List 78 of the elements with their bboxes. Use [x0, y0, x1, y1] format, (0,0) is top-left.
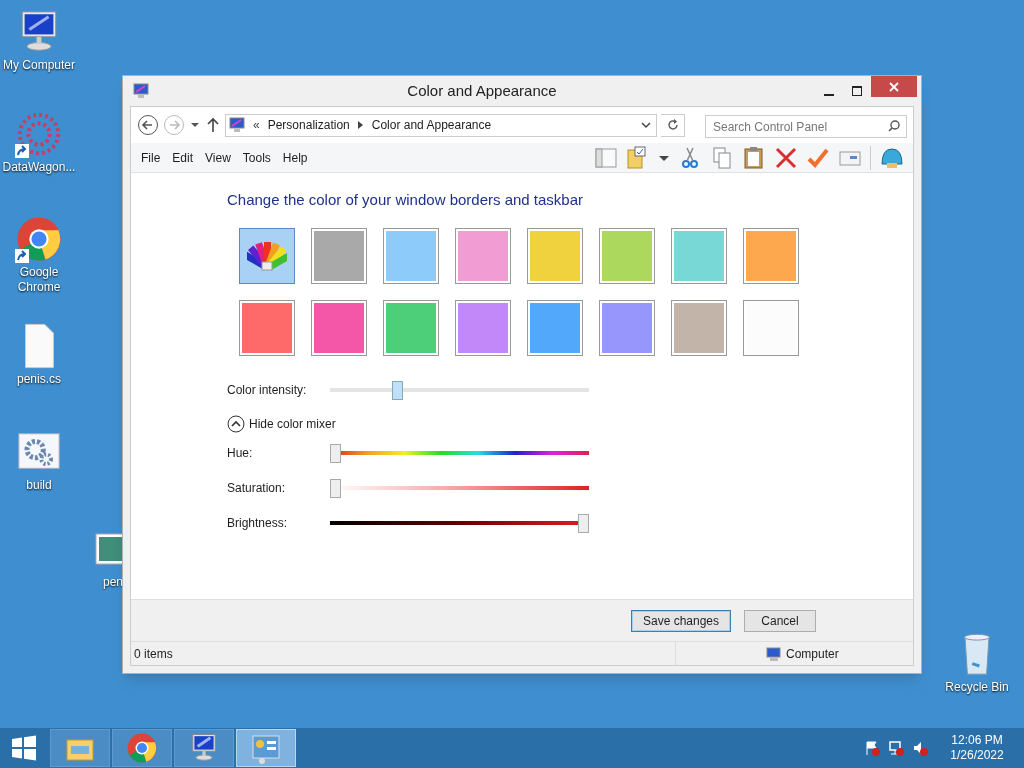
color-swatch[interactable] [383, 300, 439, 356]
volume-icon[interactable] [912, 740, 928, 756]
chevron-icon [357, 121, 364, 129]
status-text: 0 items [133, 645, 174, 663]
color-swatch[interactable] [455, 300, 511, 356]
save-button[interactable]: Save changes [631, 609, 731, 632]
address-bar[interactable]: « Personalization Color and Appearance [225, 113, 657, 137]
refresh-button[interactable] [661, 113, 685, 137]
delete-icon[interactable] [774, 145, 798, 170]
slider[interactable] [330, 512, 589, 533]
close-icon [889, 81, 899, 92]
back-icon[interactable] [137, 114, 159, 136]
slider[interactable] [330, 442, 589, 463]
slider-label: Saturation: [227, 479, 287, 497]
copy-icon[interactable] [710, 145, 734, 170]
menu-item[interactable]: View [199, 147, 237, 168]
slider-label: Hue: [227, 444, 254, 462]
slider[interactable] [330, 379, 589, 400]
menu-item[interactable]: Edit [166, 147, 200, 168]
image-file-icon[interactable] [95, 533, 122, 565]
menu-item[interactable]: Help [276, 147, 314, 168]
slider-label: Color intensity: [227, 381, 308, 399]
toggle-link[interactable]: Hide color mixer [227, 413, 336, 435]
color-swatch[interactable] [743, 300, 799, 356]
color-swatch[interactable] [239, 300, 295, 356]
menu-item[interactable]: Tools [236, 147, 277, 168]
slider-thumb[interactable] [330, 443, 341, 463]
slider-thumb[interactable] [392, 380, 403, 400]
search-field[interactable]: Search Control Panel [705, 115, 907, 138]
menu-item[interactable]: File [135, 147, 167, 168]
taskbar-button[interactable] [174, 729, 234, 767]
chrome-icon[interactable] [126, 732, 158, 764]
clock-date[interactable]: 1/26/2022 [950, 748, 1004, 763]
slider-thumb[interactable] [330, 478, 341, 498]
color-swatch[interactable] [383, 228, 439, 284]
color-swatch[interactable] [671, 228, 727, 284]
control-panel-icon [133, 83, 149, 99]
slider-label: Brightness: [227, 514, 289, 532]
breadcrumb-overflow[interactable]: « [253, 116, 260, 134]
breadcrumb[interactable]: Color and Appearance [371, 116, 492, 134]
breadcrumb[interactable]: Personalization [267, 116, 350, 134]
chrome-icon[interactable] [15, 215, 63, 263]
slider-thumb[interactable] [578, 513, 589, 533]
refresh-icon [666, 119, 679, 131]
color-swatch[interactable] [743, 228, 799, 284]
section-heading: Change the color of your window borders and taskbar [227, 190, 585, 210]
control-panel-icon[interactable] [250, 732, 282, 764]
control-panel-icon [229, 117, 245, 133]
clock-time[interactable]: 12:06 PM [951, 733, 1003, 748]
taskbar-button[interactable] [112, 729, 172, 767]
clipboard-icon[interactable] [742, 145, 766, 170]
windows-logo-icon [11, 735, 37, 761]
pattern-icon[interactable] [15, 110, 63, 158]
layout-icon[interactable] [594, 145, 618, 170]
shell-icon[interactable] [879, 145, 905, 170]
color-swatch[interactable] [599, 228, 655, 284]
color-swatch[interactable] [671, 300, 727, 356]
automatic-color-swatch[interactable] [239, 228, 295, 284]
color-swatch[interactable] [527, 300, 583, 356]
slider[interactable] [330, 477, 589, 498]
network-icon[interactable] [888, 740, 904, 756]
taskbar-button[interactable] [236, 729, 296, 767]
maximize-icon [852, 86, 862, 96]
color-swatch[interactable] [311, 300, 367, 356]
color-swatch[interactable] [527, 228, 583, 284]
flag-icon[interactable] [864, 740, 880, 756]
search-icon [888, 119, 900, 132]
dropdown-icon[interactable] [640, 119, 652, 131]
minimize-icon [824, 94, 834, 96]
collapse-icon [227, 415, 245, 433]
window-title: Color and Appearance [406, 80, 558, 101]
color-swatch[interactable] [599, 300, 655, 356]
color-swatch[interactable] [311, 228, 367, 284]
color-swatch[interactable] [455, 228, 511, 284]
computer-icon [766, 645, 782, 662]
status-location: Computer [786, 645, 839, 663]
close-button[interactable] [871, 76, 917, 97]
cancel-button[interactable]: Cancel [744, 609, 816, 632]
